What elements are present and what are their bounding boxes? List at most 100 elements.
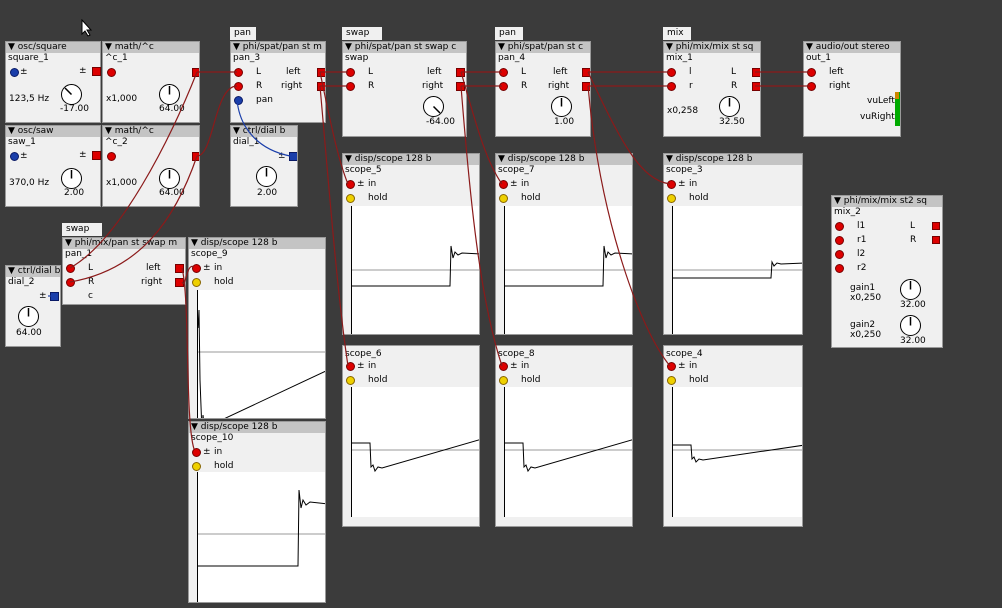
inlet-port[interactable] — [667, 362, 676, 371]
pan-st-m-module[interactable]: ▼ phi/spat/pan st m pan_3 L R pan left r… — [230, 41, 326, 123]
outlet-port[interactable] — [50, 292, 59, 301]
inlet-l[interactable] — [234, 68, 243, 77]
hold-outlet[interactable] — [346, 194, 355, 203]
math-c-module[interactable]: ▼ math/^c ^c_1 x1,000 64.00 — [102, 41, 200, 123]
outlet-port[interactable] — [192, 68, 199, 77]
module-header[interactable]: ▼ disp/scope 128 b — [189, 238, 325, 249]
module-header[interactable]: ▼ ctrl/dial b — [231, 126, 297, 137]
module-header[interactable]: ▼ osc/square — [6, 42, 100, 53]
inlet-r[interactable] — [667, 82, 676, 91]
module-header[interactable]: ▼ audio/out stereo — [804, 42, 900, 53]
scope-10-module[interactable]: ▼ disp/scope 128 b scope_10 ± in hold — [188, 421, 326, 603]
outlet-r[interactable] — [932, 236, 940, 244]
scope-4-module[interactable]: scope_4 ± in hold — [663, 345, 803, 527]
outlet-r[interactable] — [752, 82, 760, 91]
inlet-right[interactable] — [807, 82, 816, 91]
hold-outlet[interactable] — [192, 462, 201, 471]
swap-knob[interactable] — [423, 96, 444, 117]
outlet-left[interactable] — [456, 68, 465, 77]
gain1-knob[interactable] — [900, 279, 921, 300]
scope-6-module[interactable]: scope_6 ± in hold — [342, 345, 480, 527]
outlet-left[interactable] — [175, 264, 184, 273]
module-header[interactable]: ▼ phi/mix/mix st sq — [664, 42, 760, 53]
pan-st-swap-c-module[interactable]: ▼ phi/spat/pan st swap c swap L R left r… — [342, 41, 467, 137]
outlet-l[interactable] — [752, 68, 760, 77]
module-header[interactable]: ▼ disp/scope 128 b — [496, 154, 632, 165]
inlet-pan[interactable] — [234, 96, 243, 105]
inlet-l2[interactable] — [835, 250, 844, 259]
outlet-port[interactable] — [92, 151, 101, 160]
inlet-port[interactable] — [346, 362, 355, 371]
inlet-l[interactable] — [346, 68, 355, 77]
inlet-port[interactable] — [10, 152, 19, 161]
module-header[interactable]: ▼ phi/spat/pan st m — [231, 42, 325, 53]
mix-st2-sq-module[interactable]: ▼ phi/mix/mix st2 sq mix_2 l1 r1 l2 r2 L… — [831, 195, 943, 348]
hold-outlet[interactable] — [346, 376, 355, 385]
scope-8-module[interactable]: scope_8 ± in hold — [495, 345, 633, 527]
module-header[interactable]: ▼ math/^c — [103, 126, 199, 137]
scope-9-module[interactable]: ▼ disp/scope 128 b scope_9 ± in hold — [188, 237, 326, 419]
inlet-port[interactable] — [107, 152, 116, 161]
dial-knob[interactable] — [18, 306, 39, 327]
pitch-knob[interactable] — [61, 84, 82, 105]
dial-module[interactable]: ▼ ctrl/dial b dial_1 ± 2.00 — [230, 125, 298, 207]
hold-outlet[interactable] — [667, 194, 676, 203]
gain-knob[interactable] — [719, 96, 740, 117]
module-header[interactable]: ▼ ctrl/dial b — [6, 266, 60, 277]
inlet-port[interactable] — [499, 362, 508, 371]
outlet-port[interactable] — [92, 67, 101, 76]
inlet-l1[interactable] — [835, 222, 844, 231]
inlet-port[interactable] — [346, 180, 355, 189]
inlet-r2[interactable] — [835, 264, 844, 273]
inlet-port[interactable] — [499, 180, 508, 189]
inlet-port[interactable] — [192, 264, 201, 273]
inlet-r[interactable] — [346, 82, 355, 91]
module-header[interactable]: ▼ phi/spat/pan st swap c — [343, 42, 466, 53]
module-header[interactable]: ▼ math/^c — [103, 42, 199, 53]
scope-7-module[interactable]: ▼ disp/scope 128 b scope_7 ± in hold — [495, 153, 633, 335]
inlet-port[interactable] — [192, 448, 201, 457]
math-c-module-2[interactable]: ▼ math/^c ^c_2 x1,000 64.00 — [102, 125, 200, 207]
hold-outlet[interactable] — [499, 194, 508, 203]
outlet-right[interactable] — [582, 82, 590, 91]
inlet-r1[interactable] — [835, 236, 844, 245]
inlet-r[interactable] — [499, 82, 508, 91]
inlet-port[interactable] — [10, 68, 19, 77]
amount-knob[interactable] — [159, 84, 180, 105]
outlet-right[interactable] — [175, 278, 184, 287]
pan-st-c-module[interactable]: ▼ phi/spat/pan st c pan_4 L R left right… — [495, 41, 591, 137]
inlet-l[interactable] — [499, 68, 508, 77]
pan-knob[interactable] — [551, 96, 572, 117]
outlet-right[interactable] — [456, 82, 465, 91]
inlet-port[interactable] — [667, 180, 676, 189]
osc-saw-module[interactable]: ▼ osc/saw saw_1 ± 370,0 Hz 2.00 — [5, 125, 101, 207]
module-header[interactable]: ▼ osc/saw — [6, 126, 100, 137]
scope-3-module[interactable]: ▼ disp/scope 128 b scope_3 ± in hold — [663, 153, 803, 335]
outlet-left[interactable] — [582, 68, 590, 77]
dial-knob[interactable] — [256, 166, 277, 187]
outlet-port[interactable] — [289, 152, 297, 161]
pitch-knob[interactable] — [61, 168, 82, 189]
inlet-l[interactable] — [66, 264, 75, 273]
outlet-right[interactable] — [317, 82, 325, 91]
inlet-r[interactable] — [234, 82, 243, 91]
inlet-l[interactable] — [667, 68, 676, 77]
mix-st-sq-module[interactable]: ▼ phi/mix/mix st sq mix_1 l r L R x0,258… — [663, 41, 761, 137]
module-header[interactable]: ▼ disp/scope 128 b — [189, 422, 325, 433]
inlet-port[interactable] — [107, 68, 116, 77]
pan-st-swap-m-module[interactable]: ▼ phi/mix/pan st swap m pan_1 L R c left… — [62, 237, 186, 305]
module-header[interactable]: ▼ disp/scope 128 b — [664, 154, 802, 165]
module-header[interactable]: ▼ disp/scope 128 b — [343, 154, 479, 165]
amount-knob[interactable] — [159, 168, 180, 189]
osc-square-module[interactable]: ▼ osc/square square_1 ± 123,5 Hz -17.00 — [5, 41, 101, 123]
module-header[interactable]: ▼ phi/mix/mix st2 sq — [832, 196, 942, 207]
hold-outlet[interactable] — [499, 376, 508, 385]
gain2-knob[interactable] — [900, 315, 921, 336]
audio-out-stereo-module[interactable]: ▼ audio/out stereo out_1 left right vuLe… — [803, 41, 901, 137]
module-header[interactable]: ▼ phi/spat/pan st c — [496, 42, 590, 53]
outlet-l[interactable] — [932, 222, 940, 230]
inlet-r[interactable] — [66, 278, 75, 287]
module-header[interactable]: ▼ phi/mix/pan st swap m — [63, 238, 185, 249]
outlet-left[interactable] — [317, 68, 325, 77]
scope-5-module[interactable]: ▼ disp/scope 128 b scope_5 ± in hold — [342, 153, 480, 335]
